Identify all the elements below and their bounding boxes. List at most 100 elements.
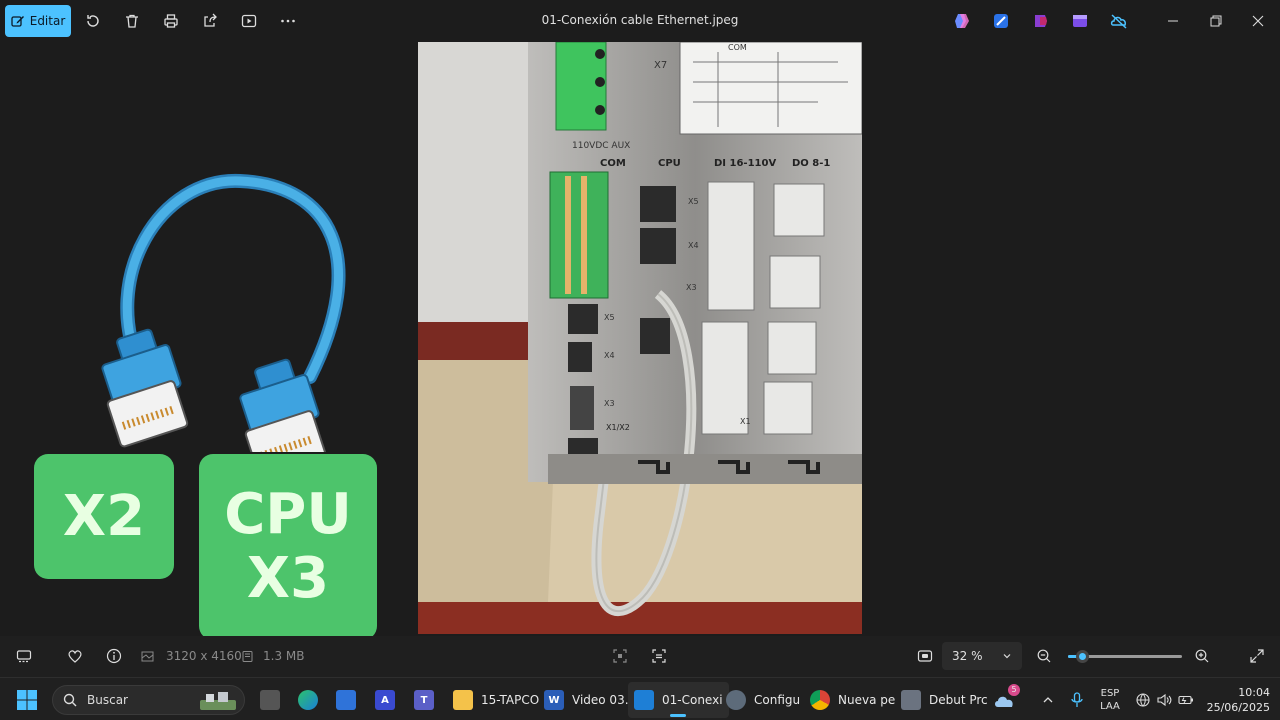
word-icon: W bbox=[544, 690, 564, 710]
share-icon[interactable] bbox=[200, 11, 220, 31]
badge-x2: X2 bbox=[34, 454, 174, 579]
photos-icon bbox=[634, 690, 654, 710]
keyboard-layout: LAA bbox=[1100, 701, 1120, 712]
volume-icon bbox=[1157, 693, 1172, 707]
photo-label-x1x2: X1/X2 bbox=[606, 423, 630, 432]
photo-label-x7: X7 bbox=[654, 60, 667, 71]
start-button[interactable] bbox=[12, 682, 42, 718]
task-view-icon bbox=[260, 690, 280, 710]
zoom-in-icon[interactable] bbox=[1192, 646, 1212, 666]
onedrive-off-icon[interactable] bbox=[1109, 11, 1129, 31]
search-placeholder: Buscar bbox=[87, 693, 128, 707]
ethernet-cable-illustration bbox=[101, 173, 346, 452]
fullscreen-icon[interactable] bbox=[1247, 646, 1267, 666]
visual-search-icon[interactable] bbox=[649, 646, 669, 666]
taskbar-item-label: 15-TAPCO bbox=[481, 693, 540, 707]
taskbar-clock[interactable]: 10:04 25/06/2025 bbox=[1207, 685, 1270, 715]
image-file-size: 1.3 MB bbox=[263, 649, 305, 663]
edge-icon bbox=[298, 690, 318, 710]
photo-label-x5: X5 bbox=[688, 197, 699, 206]
photo-label-x5b: X5 bbox=[604, 313, 615, 322]
zoom-slider-thumb[interactable] bbox=[1076, 650, 1090, 663]
file-size-icon bbox=[240, 646, 254, 666]
badge-x3-label: X3 bbox=[246, 546, 330, 611]
taskbar-item-settings[interactable]: Configu bbox=[720, 682, 806, 718]
taskbar-weather[interactable]: 5 bbox=[986, 682, 1024, 718]
info-icon[interactable] bbox=[104, 646, 124, 666]
microphone-button[interactable] bbox=[1064, 682, 1090, 718]
taskbar-item-debut[interactable]: Debut Prc bbox=[895, 682, 994, 718]
photo-label-x3b: X3 bbox=[604, 399, 615, 408]
taskbar-item-label: Configu bbox=[754, 693, 801, 707]
clock-time: 10:04 bbox=[1238, 686, 1270, 699]
edit-button[interactable]: Editar bbox=[5, 5, 71, 37]
clock-date: 25/06/2025 bbox=[1206, 701, 1270, 714]
battery-icon bbox=[1178, 695, 1193, 705]
taskbar-app-4[interactable]: A bbox=[369, 682, 401, 718]
photo-label-di: DI 16-110V bbox=[714, 158, 776, 169]
teams-icon: T bbox=[414, 690, 434, 710]
photo-label-com: COM bbox=[600, 158, 626, 169]
chevron-up-icon bbox=[1043, 697, 1053, 703]
edit-button-label: Editar bbox=[29, 14, 66, 28]
zoom-level-value: 32 % bbox=[952, 649, 983, 663]
minimize-icon[interactable] bbox=[1161, 10, 1185, 32]
photo-label-x3: X3 bbox=[686, 283, 697, 292]
system-tray-quick-settings[interactable] bbox=[1130, 682, 1200, 718]
crop-view-icon[interactable] bbox=[610, 646, 630, 666]
dimensions-icon bbox=[140, 646, 154, 666]
image-viewer-stage: X2 CPU X3 COM X7 110VDC AUX COM CPU DI 1… bbox=[0, 42, 1280, 640]
badge-cpu-label: CPU bbox=[224, 482, 352, 547]
photo-label-x1: X1 bbox=[740, 417, 751, 426]
show-hidden-icons[interactable] bbox=[1036, 682, 1060, 718]
photo-label-x4b: X4 bbox=[604, 351, 615, 360]
taskbar-task-view[interactable] bbox=[254, 682, 286, 718]
zoom-slider[interactable] bbox=[1068, 650, 1182, 663]
close-icon[interactable] bbox=[1246, 10, 1270, 32]
designer-app-icon: A bbox=[375, 690, 395, 710]
taskbar-item-photos[interactable]: 01-Conexi bbox=[628, 682, 729, 718]
photo-label-cpu: CPU bbox=[658, 158, 681, 169]
taskbar-store[interactable] bbox=[330, 682, 362, 718]
taskbar-item-chrome[interactable]: Nueva pe bbox=[804, 682, 901, 718]
photo-label-x4: X4 bbox=[688, 241, 699, 250]
taskbar-item-label: Debut Prc bbox=[929, 693, 988, 707]
taskbar-item-word[interactable]: W Video 03. bbox=[538, 682, 635, 718]
displayed-photo[interactable]: COM X7 110VDC AUX COM CPU DI 16-110V DO … bbox=[418, 42, 862, 634]
photo-label-com-top: COM bbox=[728, 43, 747, 52]
clipchamp-icon[interactable] bbox=[1031, 11, 1051, 31]
filmstrip-icon[interactable] bbox=[14, 646, 34, 666]
designer-icon[interactable] bbox=[991, 11, 1011, 31]
photo-label-aux: 110VDC AUX bbox=[572, 141, 630, 151]
taskbar-item-folder[interactable]: 15-TAPCO bbox=[447, 682, 545, 718]
store-icon bbox=[336, 690, 356, 710]
rotate-icon[interactable] bbox=[83, 11, 103, 31]
windows-taskbar: Buscar A T 15-TAPCO W Video 03. 01-Conex… bbox=[0, 677, 1280, 720]
badge-cpu-x3: CPU X3 bbox=[199, 454, 377, 640]
restore-icon[interactable] bbox=[1204, 10, 1228, 32]
print-icon[interactable] bbox=[161, 11, 181, 31]
delete-icon[interactable] bbox=[122, 11, 142, 31]
zoom-level-dropdown[interactable]: 32 % bbox=[942, 642, 1022, 670]
input-language[interactable]: ESP LAA bbox=[1096, 687, 1124, 713]
taskbar-teams[interactable]: T bbox=[408, 682, 440, 718]
top-toolbar: Editar 01-Conexión cable Ethernet.jpeg bbox=[0, 0, 1280, 42]
copilot-icon[interactable] bbox=[952, 11, 972, 31]
folder-icon bbox=[453, 690, 473, 710]
slideshow-icon[interactable] bbox=[239, 11, 259, 31]
actual-size-icon[interactable] bbox=[915, 646, 935, 666]
zoom-out-icon[interactable] bbox=[1034, 646, 1054, 666]
globe-icon bbox=[1136, 693, 1150, 707]
taskbar-edge[interactable] bbox=[292, 682, 324, 718]
taskbar-item-label: 01-Conexi bbox=[662, 693, 723, 707]
search-icon bbox=[63, 693, 77, 707]
badge-x2-label: X2 bbox=[62, 483, 146, 549]
taskbar-search[interactable]: Buscar bbox=[52, 685, 245, 715]
photo-label-do: DO 8-1 bbox=[792, 158, 830, 169]
favorite-icon[interactable] bbox=[65, 646, 85, 666]
microphone-icon bbox=[1071, 692, 1083, 707]
recorder-icon bbox=[901, 690, 921, 710]
gear-icon bbox=[726, 690, 746, 710]
video-editor-icon[interactable] bbox=[1070, 11, 1090, 31]
more-options-icon[interactable] bbox=[278, 11, 298, 31]
